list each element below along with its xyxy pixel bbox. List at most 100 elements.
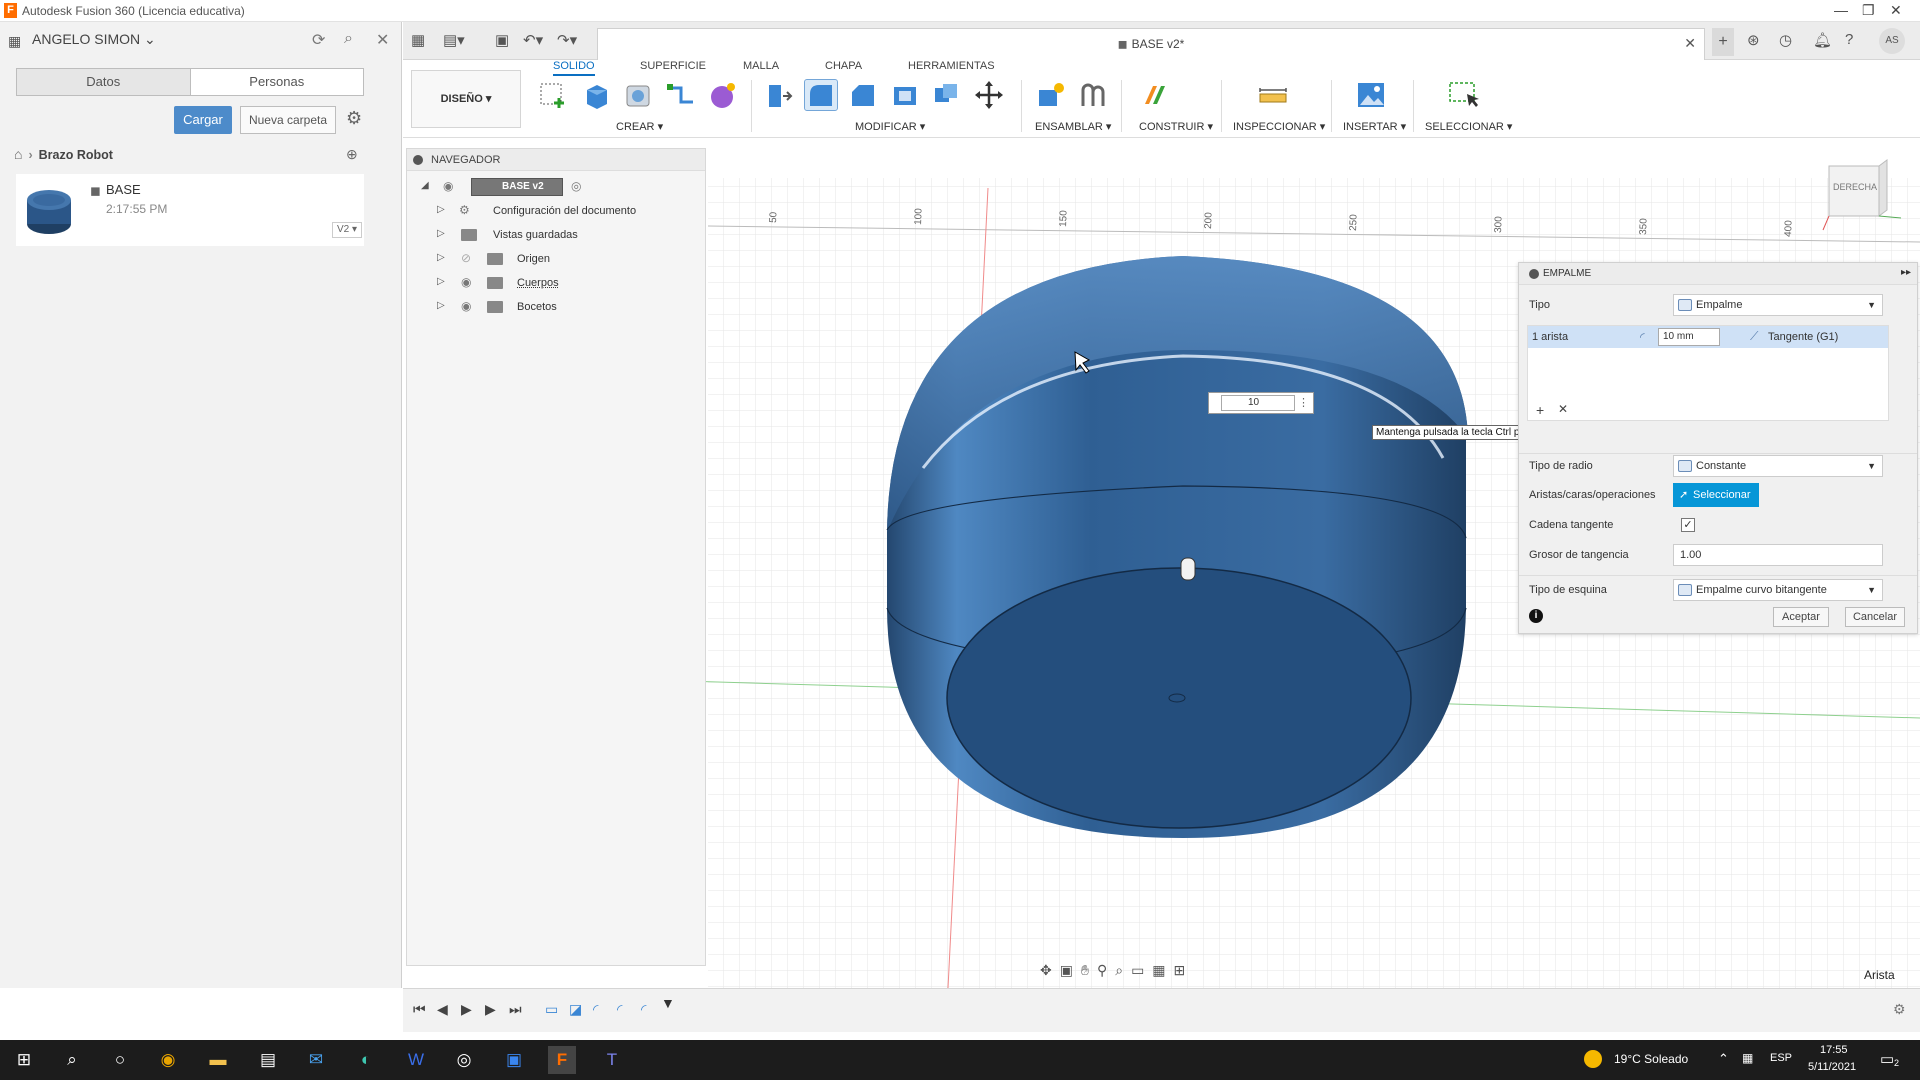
tangent-chain-checkbox[interactable]: ✓ [1681, 518, 1695, 532]
visibility-eye-icon[interactable]: ◉ [461, 299, 471, 313]
measure-icon[interactable] [1257, 80, 1289, 110]
tab-chapa[interactable]: CHAPA [825, 60, 862, 72]
minimize-icon[interactable]: — [1834, 2, 1848, 18]
data-panel-toggle-icon[interactable]: ▦ [411, 31, 425, 49]
group-inspeccionar[interactable]: INSPECCIONAR ▾ [1233, 120, 1325, 133]
dimension-input[interactable]: 10 [1221, 395, 1295, 411]
close-panel-icon[interactable]: ✕ [376, 30, 389, 50]
navigator-item-document-settings[interactable]: ▷ ⚙ Configuración del documento [407, 201, 705, 221]
extrude-icon[interactable] [581, 80, 613, 110]
expand-arrow-icon[interactable]: ▷ [437, 204, 445, 215]
timeline-start-icon[interactable]: ⏮ [413, 1001, 426, 1018]
select-edges-button[interactable]: ➚ Seleccionar [1673, 483, 1759, 507]
bottom-face[interactable] [946, 567, 1412, 829]
mail-icon[interactable]: ✉ [302, 1046, 330, 1074]
collapse-arrow-icon[interactable]: ◢ [421, 180, 429, 191]
sweep-icon[interactable] [665, 80, 697, 110]
grid-settings-icon[interactable]: ▦ [1152, 962, 1173, 978]
create-form-icon[interactable] [707, 80, 739, 110]
tab-solido[interactable]: SOLIDO [553, 60, 595, 76]
shell-icon[interactable] [889, 80, 921, 110]
pan-hand-icon[interactable]: ✋︎ [1081, 962, 1097, 978]
steam-icon[interactable]: ◎ [450, 1046, 478, 1074]
language-indicator[interactable]: ESP [1770, 1052, 1792, 1064]
keyboard-icon[interactable]: ▦ [1742, 1051, 1753, 1065]
look-at-icon[interactable]: ▣ [1060, 962, 1081, 978]
continuity-select[interactable]: Tangente (G1) [1768, 331, 1838, 343]
avatar[interactable]: AS [1879, 28, 1905, 54]
group-crear[interactable]: CREAR ▾ [616, 120, 663, 133]
edge-icon[interactable]: ◐ [352, 1046, 380, 1074]
fillet-icon[interactable] [804, 79, 838, 111]
share-globe-icon[interactable]: ⊕ [346, 146, 358, 163]
upload-button[interactable]: Cargar [174, 106, 232, 134]
create-sketch-icon[interactable] [537, 80, 569, 110]
notification-center-icon[interactable]: ▭ [1880, 1050, 1894, 1068]
visibility-eye-icon[interactable]: ◉ [443, 179, 453, 193]
search-icon[interactable]: ⌕ [58, 1046, 86, 1074]
new-tab-icon[interactable]: + [1712, 28, 1734, 56]
group-seleccionar[interactable]: SELECCIONAR ▾ [1425, 120, 1512, 133]
notifications-bell-icon[interactable]: 🔔︎ [1813, 31, 1832, 49]
timeline-play-icon[interactable]: ▶ [461, 1001, 472, 1018]
hidden-eye-icon[interactable]: ⊘ [461, 251, 471, 265]
search-icon[interactable]: ⌕ [344, 30, 353, 48]
chrome-icon[interactable]: ◉ [154, 1046, 182, 1074]
navigator-root[interactable]: ◢ ◉ BASE v2 ◎ [407, 177, 705, 197]
tab-herramientas[interactable]: HERRAMIENTAS [908, 60, 995, 72]
accept-button[interactable]: Aceptar [1773, 607, 1829, 627]
info-icon[interactable]: i [1529, 609, 1543, 623]
file-card[interactable]: ◼ BASE 2:17:55 PM V2 ▾ [16, 174, 364, 246]
fillet-type-select[interactable]: Empalme ▼ [1673, 294, 1883, 316]
tab-superficie[interactable]: SUPERFICIE [640, 60, 706, 72]
breadcrumb-project[interactable]: Brazo Robot [39, 148, 113, 162]
timeline-fillet-icon[interactable]: ◜ [641, 1001, 646, 1018]
job-status-icon[interactable]: ◷ [1779, 31, 1792, 49]
fusion-taskbar-icon[interactable]: F [548, 1046, 576, 1074]
help-icon[interactable]: ? [1845, 31, 1853, 48]
home-icon[interactable]: ⌂ [14, 146, 22, 162]
file-menu-icon[interactable]: ▤▾ [443, 31, 465, 49]
corner-type-select[interactable]: Empalme curvo bitangente ▼ [1673, 579, 1883, 601]
save-icon[interactable]: ▣ [495, 31, 509, 49]
fillet-dialog-header[interactable]: EMPALME ▸▸ [1519, 263, 1917, 285]
press-pull-icon[interactable] [763, 80, 795, 110]
timeline-settings-gear-icon[interactable]: ⚙ [1893, 1001, 1906, 1018]
group-modificar[interactable]: MODIFICAR ▾ [855, 120, 925, 133]
navigator-item-saved-views[interactable]: ▷ Vistas guardadas [407, 225, 705, 245]
add-selection-icon[interactable]: + [1536, 402, 1544, 418]
refresh-icon[interactable]: ⟳ [312, 30, 325, 50]
redo-icon[interactable]: ↷▾ [557, 31, 577, 49]
expand-arrow-icon[interactable]: ▷ [437, 228, 445, 239]
file-explorer-icon[interactable]: ▬ [204, 1046, 232, 1074]
activate-radio-icon[interactable]: ◎ [571, 179, 581, 193]
revolve-icon[interactable] [623, 80, 655, 110]
more-options-icon[interactable]: ⋮ [1298, 396, 1309, 409]
close-tab-icon[interactable]: ✕ [1684, 35, 1696, 52]
task-view-icon[interactable]: ○ [106, 1046, 134, 1074]
extensions-icon[interactable]: ⊛ [1747, 31, 1760, 49]
timeline-step-forward-icon[interactable]: ▶ [485, 1001, 496, 1018]
user-menu[interactable]: ANGELO SIMON ⌄ [32, 31, 156, 48]
word-icon[interactable]: W [402, 1046, 430, 1074]
group-ensamblar[interactable]: ENSAMBLAR ▾ [1035, 120, 1111, 133]
store-icon[interactable]: ▤ [254, 1046, 282, 1074]
fit-icon[interactable]: ⌕ [1115, 962, 1131, 978]
tab-datos[interactable]: Datos [17, 69, 191, 95]
orbit-icon[interactable]: ✥ [1040, 962, 1060, 978]
collapse-icon[interactable] [413, 155, 423, 165]
canvas-dimension-box[interactable]: 10 ⋮ [1208, 392, 1314, 414]
edge-selection-row[interactable]: 1 arista ◜ 10 mm ⟋ Tangente (G1) [1528, 326, 1888, 348]
viewports-icon[interactable]: ⊞ [1174, 962, 1194, 978]
zoom-icon[interactable]: ▣ [500, 1046, 528, 1074]
tray-chevron-icon[interactable]: ⌃ [1718, 1051, 1729, 1067]
joint-icon[interactable] [1077, 80, 1109, 110]
navigator-item-origin[interactable]: ▷ ⊘ Origen [407, 249, 705, 269]
settings-gear-icon[interactable]: ⚙ [346, 108, 362, 129]
windows-start-icon[interactable]: ⊞ [10, 1046, 38, 1074]
document-tab[interactable]: ◼ BASE v2* ✕ [597, 28, 1705, 60]
chamfer-icon[interactable] [847, 80, 879, 110]
workspace-switcher[interactable]: DISEÑO ▾ [411, 70, 521, 128]
clock-time[interactable]: 17:55 [1820, 1044, 1848, 1056]
group-insertar[interactable]: INSERTAR ▾ [1343, 120, 1406, 133]
